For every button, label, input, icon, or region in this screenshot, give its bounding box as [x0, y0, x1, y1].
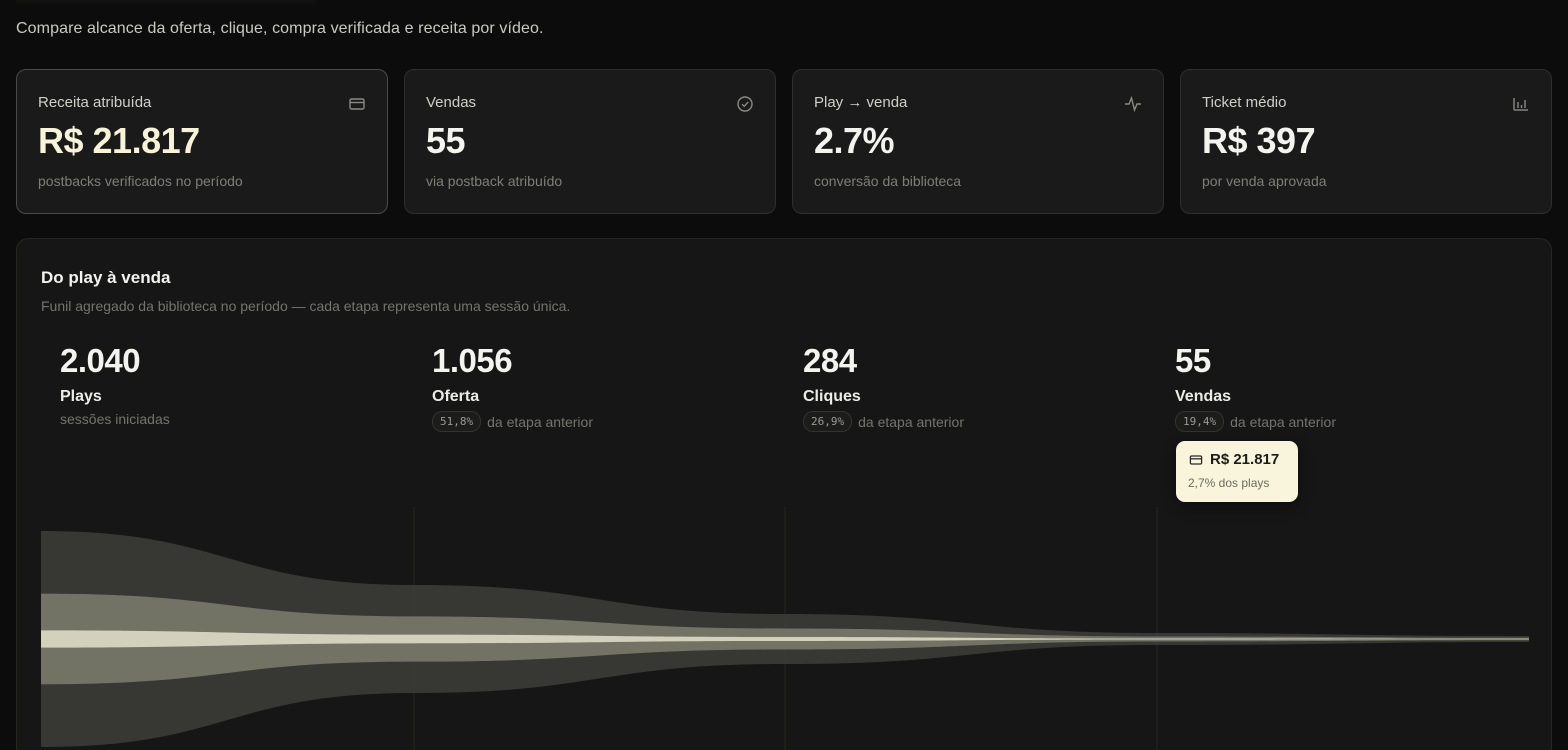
stage-name: Cliques [803, 388, 861, 405]
kpi-card-vendas[interactable]: Vendas 55 via postback atribuído [404, 69, 776, 214]
page-subtitle: Compare alcance da oferta, clique, compr… [16, 20, 544, 37]
stage-note-text: sessões iniciadas [60, 411, 170, 427]
stage-name: Oferta [432, 388, 480, 405]
credit-card-icon [347, 94, 367, 114]
stage-name: Plays [60, 388, 102, 405]
check-circle-icon [735, 94, 755, 114]
kpi-label: Vendas [426, 94, 477, 111]
stage-value: 1.056 [432, 342, 513, 379]
stage-value: 284 [803, 342, 857, 379]
tooltip-sub: 2,7% dos plays [1188, 476, 1270, 490]
tooltip-value: R$ 21.817 [1210, 451, 1280, 468]
funnel-chart [41, 507, 1529, 750]
stage-note: 26,9% da etapa anterior [803, 411, 1143, 432]
stage-note-text: da etapa anterior [858, 413, 964, 430]
kpi-card-conversao[interactable]: Play → venda 2.7% conversão da bibliotec… [792, 69, 1164, 214]
funnel-stage-plays: 2.040 Plays sessões iniciadas [60, 342, 400, 427]
kpi-label: Play → venda [814, 94, 908, 111]
funnel-stage-oferta: 1.056 Oferta 51,8% da etapa anterior [432, 342, 772, 432]
stage-note: 19,4% da etapa anterior [1175, 411, 1515, 432]
kpi-value: 2.7% [814, 120, 895, 161]
activity-icon [1123, 94, 1143, 114]
stage-note-text: da etapa anterior [1230, 413, 1336, 430]
kpi-card-ticket[interactable]: Ticket médio R$ 397 por venda aprovada [1180, 69, 1552, 214]
kpi-label: Ticket médio [1202, 94, 1287, 111]
funnel-stage-vendas: 55 Vendas 19,4% da etapa anterior [1175, 342, 1515, 432]
credit-card-icon [1188, 452, 1204, 468]
bar-chart-icon [1511, 94, 1531, 114]
kpi-value: 55 [426, 120, 466, 161]
funnel-stage-cliques: 284 Cliques 26,9% da etapa anterior [803, 342, 1143, 432]
kpi-value: R$ 21.817 [38, 120, 200, 161]
stage-pct-badge: 51,8% [432, 411, 482, 432]
stage-name: Vendas [1175, 388, 1232, 405]
stage-note-text: da etapa anterior [487, 413, 593, 430]
stage-pct-badge: 19,4% [1175, 411, 1225, 432]
kpi-note: conversão da biblioteca [814, 173, 962, 189]
kpi-value: R$ 397 [1202, 120, 1316, 161]
stage-pct-badge: 26,9% [803, 411, 853, 432]
tooltip-header: R$ 21.817 [1188, 451, 1286, 468]
kpi-row: Receita atribuída R$ 21.817 postbacks ve… [16, 69, 1552, 214]
funnel-description: Funil agregado da biblioteca no período … [41, 298, 571, 314]
stage-note: 51,8% da etapa anterior [432, 411, 772, 432]
kpi-note: via postback atribuído [426, 173, 563, 189]
kpi-card-receita[interactable]: Receita atribuída R$ 21.817 postbacks ve… [16, 69, 388, 214]
funnel-title: Do play à venda [41, 268, 171, 287]
stage-note: sessões iniciadas [60, 411, 400, 427]
kpi-label: Receita atribuída [38, 94, 152, 111]
revenue-tooltip: R$ 21.817 2,7% dos plays [1176, 441, 1298, 502]
funnel-card: Do play à venda Funil agregado da biblio… [16, 238, 1552, 750]
stage-value: 55 [1175, 342, 1211, 379]
kpi-note: por venda aprovada [1202, 173, 1327, 189]
stage-value: 2.040 [60, 342, 141, 379]
kpi-note: postbacks verificados no período [38, 173, 243, 189]
header-title-remnant [16, 0, 316, 6]
